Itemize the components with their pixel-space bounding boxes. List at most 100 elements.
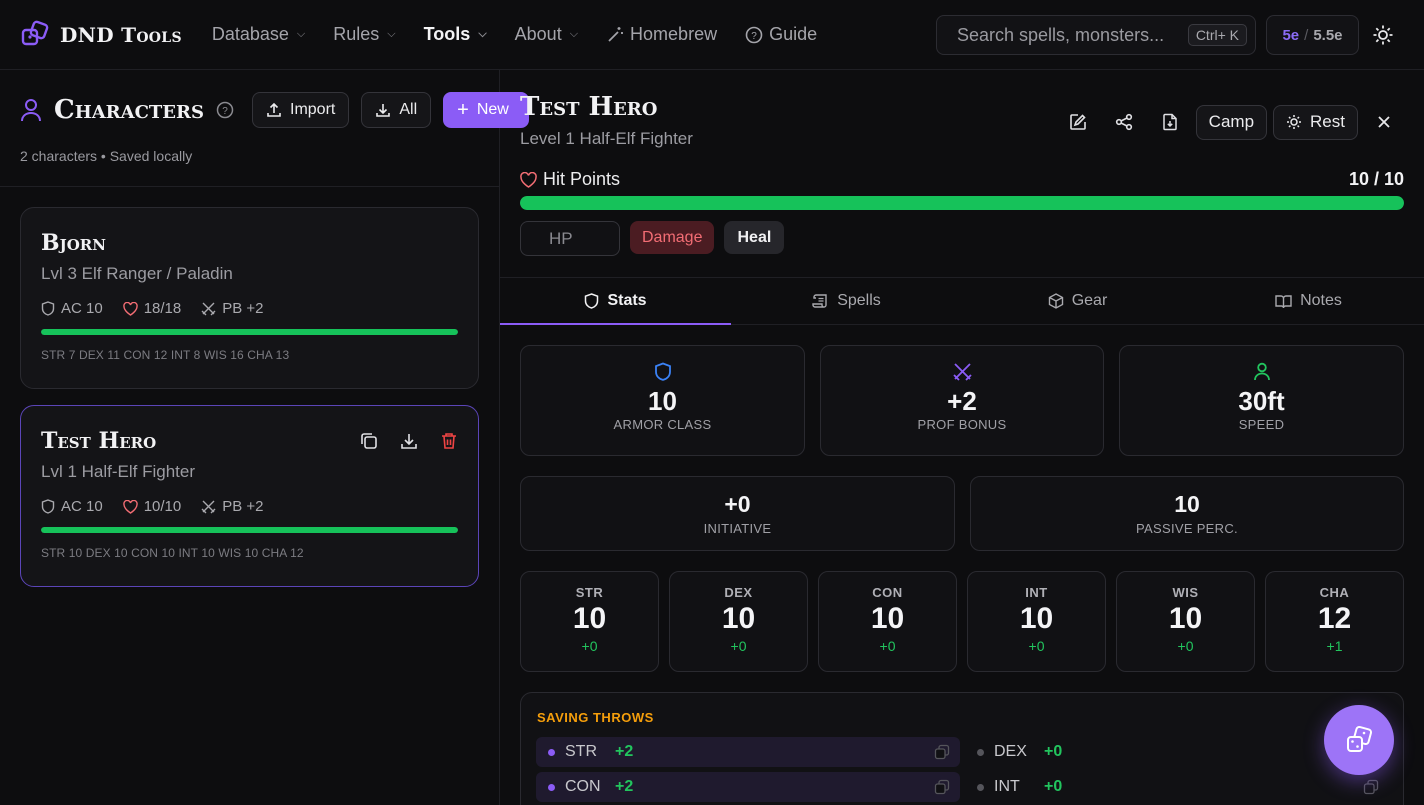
save-name: CON [565, 778, 601, 795]
share-button[interactable] [1104, 104, 1144, 140]
person-icon [1253, 362, 1270, 381]
import-button-label: Import [290, 101, 336, 118]
nav-homebrew[interactable]: Homebrew [606, 24, 717, 45]
proficiency-dot [977, 748, 984, 756]
dice-icon[interactable] [934, 744, 950, 760]
hit-points-stat: 10/10 [122, 498, 181, 515]
search-input[interactable]: Search spells, monsters... Ctrl+ K [936, 15, 1256, 55]
nav-database[interactable]: Database ⌵ [212, 24, 305, 45]
nav-guide[interactable]: ? Guide [745, 24, 817, 45]
proficiency-dot [548, 783, 555, 791]
shield-icon [41, 499, 55, 514]
edition-toggle[interactable]: 5e / 5.5e [1266, 15, 1359, 55]
character-summary: Lvl 1 Half-Elf Fighter [41, 462, 195, 481]
theme-toggle-button[interactable] [1372, 24, 1394, 51]
chevron-down-icon: ⌵ [296, 28, 306, 40]
edition-5e[interactable]: 5e [1282, 27, 1299, 44]
ability-card-str[interactable]: STR 10 +0 [520, 571, 659, 672]
hit-points-fill [520, 196, 1404, 210]
ability-card-dex[interactable]: DEX 10 +0 [669, 571, 808, 672]
duplicate-icon[interactable] [360, 432, 378, 450]
hp-progress-bar [41, 527, 458, 533]
saving-throw-int[interactable]: INT +0 [965, 772, 1389, 802]
file-download-icon [1162, 113, 1177, 131]
ability-card-wis[interactable]: WIS 10 +0 [1116, 571, 1255, 672]
nav-tools-label: Tools [423, 24, 471, 44]
dice-icon[interactable] [934, 779, 950, 795]
passive-perception-card: 10 PASSIVE PERC. [970, 476, 1404, 551]
tab-gear[interactable]: Gear [962, 278, 1193, 324]
heart-icon [122, 301, 138, 316]
chevron-down-icon: ⌵ [387, 28, 396, 40]
download-icon [376, 104, 391, 117]
characters-header: Characters ? Import All + New [20, 92, 530, 128]
character-card[interactable]: Test Hero Lvl 1 Half-Elf Fighter AC 10 1… [20, 405, 479, 587]
hit-points-text: Hit Points [543, 169, 621, 189]
nav-tools[interactable]: Tools ⌵ [424, 24, 487, 45]
logo[interactable]: DND Tools [20, 20, 182, 50]
edit-button[interactable] [1058, 104, 1098, 140]
armor-class-stat: AC 10 [41, 300, 103, 317]
tab-gear-label: Gear [1071, 292, 1108, 309]
initiative-card[interactable]: +0 INITIATIVE [520, 476, 955, 551]
import-button[interactable]: Import [252, 92, 350, 128]
nav-rules[interactable]: Rules ⌵ [333, 24, 395, 45]
character-card-actions [360, 432, 458, 450]
close-icon [1378, 116, 1390, 128]
nav-rules-label: Rules [333, 24, 380, 44]
hit-points-label: Hit Points [520, 169, 620, 190]
saving-throw-str[interactable]: STR +2 [536, 737, 960, 767]
damage-button[interactable]: Damage [630, 221, 715, 254]
ability-score: 10 [572, 602, 607, 635]
ability-name: DEX [724, 585, 753, 600]
ability-card-con[interactable]: CON 10 +0 [818, 571, 957, 672]
share-icon [1115, 113, 1132, 131]
rest-button[interactable]: Rest [1273, 104, 1358, 140]
camp-button[interactable]: Camp [1195, 104, 1268, 140]
edition-separator: / [1304, 26, 1309, 44]
search-shortcut-badge: Ctrl+ K [1187, 24, 1247, 46]
logo-icon [21, 20, 49, 45]
tab-notes[interactable]: Notes [1193, 278, 1424, 324]
speed-label: SPEED [1238, 417, 1285, 432]
saving-throw-con[interactable]: CON +2 [536, 772, 960, 802]
heal-button[interactable]: Heal [724, 221, 785, 254]
hp-amount-input[interactable]: HP [520, 221, 620, 256]
initiative-label: INITIATIVE [703, 521, 772, 536]
ability-card-int[interactable]: INT 10 +0 [967, 571, 1106, 672]
hit-points-header: Hit Points 10 / 10 [520, 169, 1404, 190]
download-icon[interactable] [400, 432, 418, 450]
hit-points-stat: 18/18 [122, 300, 181, 317]
dice-icon[interactable] [1363, 779, 1379, 795]
ability-card-cha[interactable]: CHA 12 +1 [1265, 571, 1404, 672]
edition-55e[interactable]: 5.5e [1313, 27, 1342, 44]
passive-perception-value: 10 [1174, 491, 1200, 517]
ability-score: 10 [721, 602, 756, 635]
characters-title: Characters [54, 95, 204, 125]
crossed-swords-icon [952, 363, 972, 381]
ability-score: 10 [1168, 602, 1203, 635]
help-circle-icon[interactable]: ? [216, 101, 234, 119]
export-all-button[interactable]: All [361, 92, 432, 128]
export-file-button[interactable] [1150, 104, 1190, 140]
dice-roller-button[interactable] [1324, 705, 1394, 775]
armor-class-value: AC 10 [61, 498, 103, 515]
tab-spells[interactable]: Spells [731, 278, 962, 324]
character-detail-panel: Test Hero Level 1 Half-Elf Fighter Camp … [500, 70, 1424, 805]
hp-progress-fill [41, 329, 458, 335]
tab-stats[interactable]: Stats [500, 278, 731, 325]
nav-about[interactable]: About ⌵ [515, 24, 578, 45]
trash-icon[interactable] [440, 432, 458, 450]
ability-name: WIS [1172, 585, 1199, 600]
ability-modifier: +0 [730, 638, 747, 654]
wand-icon [608, 26, 624, 42]
character-card[interactable]: Bjorn Lvl 3 Elf Ranger / Paladin AC 10 1… [20, 207, 479, 389]
close-button[interactable] [1364, 104, 1404, 140]
characters-panel: Characters ? Import All + New 2 characte… [0, 70, 530, 805]
help-circle-icon: ? [745, 26, 763, 43]
passive-perception-label: PASSIVE PERC. [1136, 521, 1238, 536]
divider [0, 186, 500, 187]
chevron-down-icon: ⌵ [569, 28, 579, 40]
character-quick-stats: AC 10 10/10 PB +2 [41, 498, 458, 515]
save-name: STR [565, 743, 597, 760]
